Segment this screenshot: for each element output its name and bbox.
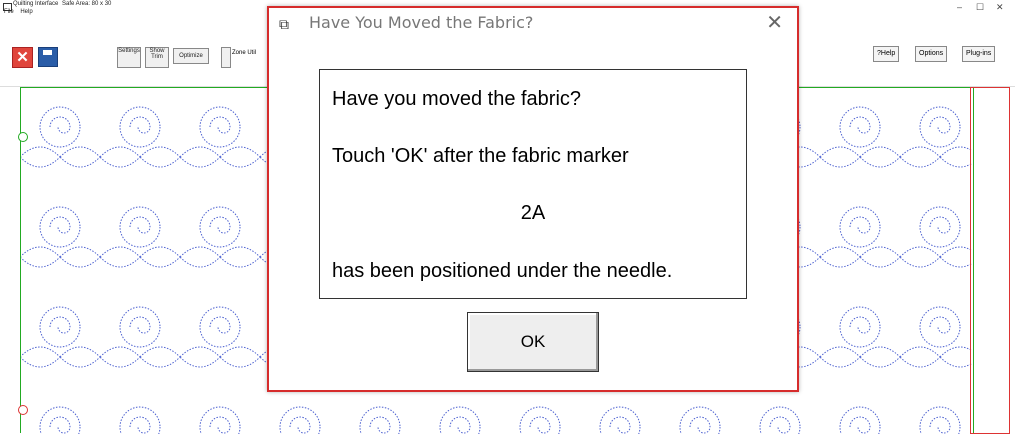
menu-help[interactable]: Help: [20, 9, 32, 15]
green-marker-icon[interactable]: [18, 132, 28, 142]
marker-label: 2A: [520, 202, 546, 224]
show-trim-label: Show Trim: [149, 48, 165, 60]
save-button[interactable]: [38, 47, 58, 67]
dialog-title: Have You Moved the Fabric?: [309, 13, 534, 32]
settings-label: Settings: [118, 48, 140, 54]
maximize-button[interactable]: ☐: [976, 2, 984, 13]
plugins-button[interactable]: Plug-ins: [962, 46, 996, 62]
zone-slider-icon[interactable]: [221, 47, 231, 68]
red-boundary: [970, 87, 1010, 434]
zone-util-label[interactable]: Zone Util: [232, 50, 256, 56]
app-title: Quilting Interface: [13, 1, 59, 7]
settings-button[interactable]: Settings: [117, 47, 141, 68]
optimize-label: Optimize: [179, 53, 203, 59]
message-line-3: has been positioned under the needle.: [332, 260, 673, 282]
safe-area-label: Safe Area: 80 x 30: [62, 1, 112, 7]
close-window-button[interactable]: ✕: [996, 2, 1004, 13]
message-line-1: Have you moved the fabric?: [332, 88, 582, 110]
exit-button[interactable]: ✕: [12, 47, 33, 68]
options-button[interactable]: Options: [915, 46, 948, 62]
dialog-app-icon: ⧉: [279, 16, 289, 32]
optimize-button[interactable]: Optimize: [173, 48, 209, 64]
menu-bar: File Help: [4, 9, 38, 15]
menu-file[interactable]: File: [4, 9, 14, 15]
minimize-button[interactable]: –: [957, 2, 962, 12]
dialog-close-button[interactable]: ✕: [766, 10, 783, 35]
ok-button[interactable]: OK: [467, 312, 599, 372]
red-marker-icon[interactable]: [18, 405, 28, 415]
help-button[interactable]: ?Help: [873, 46, 900, 62]
message-box: Have you moved the fabric? Touch 'OK' af…: [319, 69, 747, 299]
show-trim-button[interactable]: Show Trim: [145, 47, 169, 68]
moved-fabric-dialog: ⧉ Have You Moved the Fabric? ✕ Have you …: [267, 6, 799, 392]
message-line-2: Touch 'OK' after the fabric marker: [332, 145, 629, 167]
